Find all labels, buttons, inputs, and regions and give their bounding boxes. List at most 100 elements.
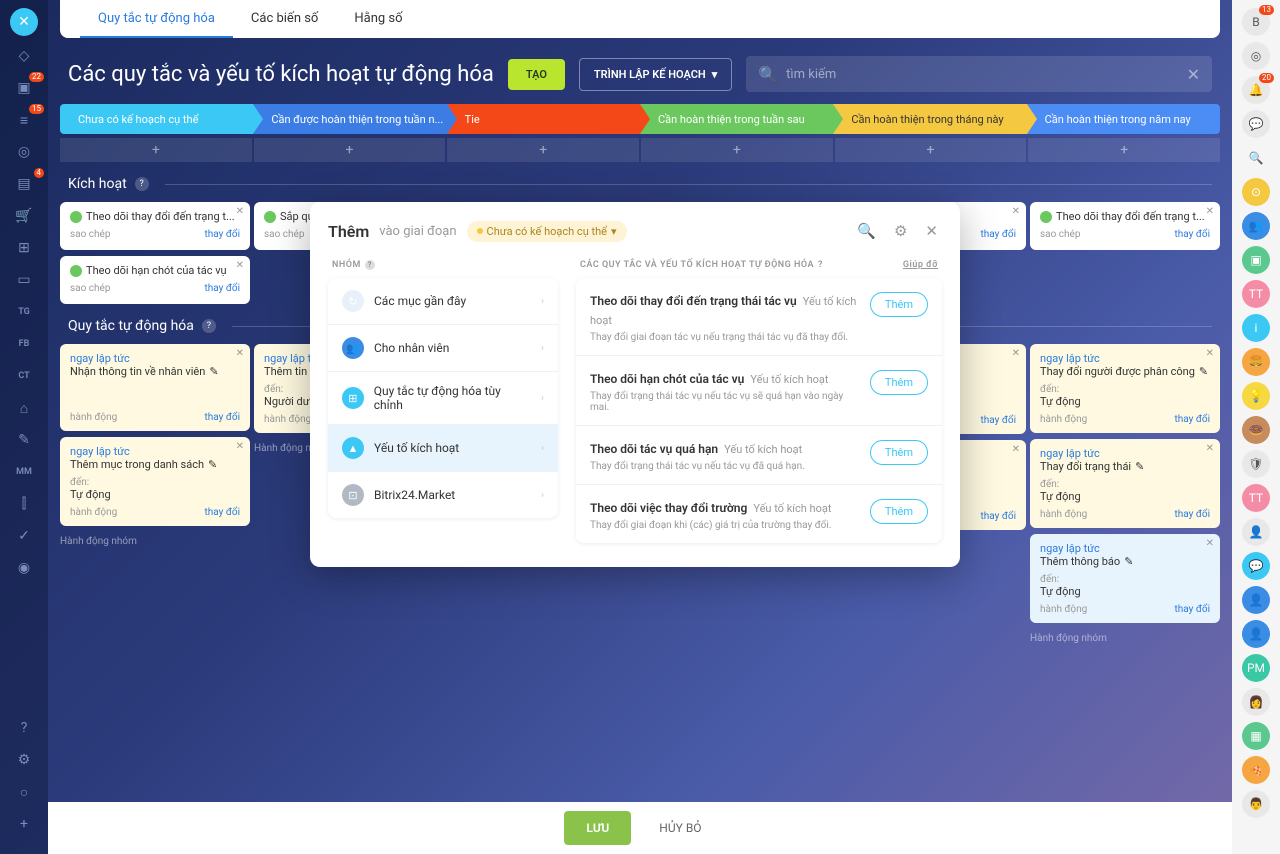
close-icon[interactable]: ✕ — [921, 218, 942, 244]
right-rail-item[interactable]: 👨 — [1242, 790, 1270, 818]
close-icon[interactable]: ✕ — [1206, 206, 1214, 217]
rail-item[interactable]: ✎ — [10, 428, 38, 452]
rail-item[interactable]: ⫿ — [10, 492, 38, 516]
rail-item[interactable]: ⌂ — [10, 396, 38, 420]
add-trigger-button[interactable]: Thêm — [870, 370, 928, 395]
help-icon[interactable]: ? — [135, 177, 149, 191]
rule-card[interactable]: ✕ngay lập tứcThay đổi trạng thái ✎đến:Tự… — [1030, 439, 1220, 528]
add-icon[interactable]: + — [10, 812, 38, 836]
add-trigger-button[interactable]: Thêm — [870, 499, 928, 524]
help-icon[interactable]: ? — [10, 716, 38, 740]
stage[interactable]: Cần được hoàn thiện trong tuần n... — [253, 104, 446, 134]
add-stage-button[interactable]: + — [1028, 138, 1220, 162]
close-icon[interactable]: ✕ — [1012, 206, 1020, 217]
right-rail-item[interactable]: 👤 — [1242, 518, 1270, 546]
right-rail-item[interactable]: ▣ — [1242, 246, 1270, 274]
add-trigger-button[interactable]: Thêm — [870, 440, 928, 465]
stage[interactable]: Tie — [447, 104, 640, 134]
rail-item[interactable]: ◎ — [10, 140, 38, 164]
right-rail-item[interactable]: B13 — [1242, 8, 1270, 36]
search-box[interactable]: 🔍 ✕ — [746, 56, 1212, 92]
close-icon[interactable]: ✕ — [1206, 443, 1214, 454]
stage[interactable]: Cần hoàn thiện trong tuần sau — [640, 104, 833, 134]
close-icon[interactable]: ✕ — [1206, 538, 1214, 549]
rail-item[interactable]: ⊞ — [10, 236, 38, 260]
tab[interactable]: Quy tắc tự động hóa — [80, 0, 233, 38]
right-rail-item[interactable]: 💡 — [1242, 382, 1270, 410]
filter-icon[interactable]: ⚙ — [890, 218, 911, 244]
add-stage-button[interactable]: + — [60, 138, 252, 162]
stage[interactable]: Cần hoàn thiện trong năm nay — [1027, 104, 1220, 134]
clear-icon[interactable]: ✕ — [1187, 65, 1200, 84]
add-stage-button[interactable]: + — [447, 138, 639, 162]
help-icon[interactable]: ? — [202, 319, 216, 333]
rail-item[interactable]: ◇ — [10, 44, 38, 68]
cancel-button[interactable]: HỦY BỎ — [645, 811, 715, 845]
close-icon[interactable]: ✕ — [1206, 348, 1214, 359]
rule-card[interactable]: ✕ngay lập tứcNhận thông tin về nhân viên… — [60, 344, 250, 431]
menu-item[interactable]: ↻Các mục gần đây› — [328, 278, 558, 325]
right-rail-item[interactable]: 👤 — [1242, 586, 1270, 614]
menu-item[interactable]: ▲Yếu tố kích hoạt› — [328, 425, 558, 472]
rail-item[interactable]: ○ — [10, 780, 38, 804]
right-rail-item[interactable]: ▦ — [1242, 722, 1270, 750]
add-stage-button[interactable]: + — [835, 138, 1027, 162]
settings-icon[interactable]: ⚙ — [10, 748, 38, 772]
trigger-card[interactable]: ✕Theo dõi thay đổi đến trạng t...sao ché… — [60, 202, 250, 250]
right-rail-item[interactable]: 🔍 — [1242, 144, 1270, 172]
search-input[interactable] — [786, 67, 1186, 82]
close-icon[interactable]: ✕ — [236, 206, 244, 217]
right-rail-item[interactable]: 👥 — [1242, 212, 1270, 240]
menu-item[interactable]: ⊞Quy tắc tự động hóa tùy chỉnh› — [328, 372, 558, 425]
close-icon[interactable]: ✕ — [236, 260, 244, 271]
save-button[interactable]: LƯU — [564, 811, 631, 845]
right-rail-item[interactable]: 🍩 — [1242, 416, 1270, 444]
stage-pill[interactable]: Chưa có kế hoạch cụ thể ▾ — [467, 221, 627, 242]
rule-card[interactable]: ✕ngay lập tứcThêm mục trong danh sách ✎đ… — [60, 437, 250, 526]
planner-button[interactable]: TRÌNH LẬP KẾ HOẠCH▾ — [579, 58, 732, 91]
rail-item[interactable]: ≡15 — [10, 108, 38, 132]
stage[interactable]: Cần hoàn thiện trong tháng này — [833, 104, 1026, 134]
rule-card[interactable]: ✕ngay lập tứcThêm thông báo ✎đến:Tự động… — [1030, 534, 1220, 623]
search-icon[interactable]: 🔍 — [853, 218, 880, 244]
right-rail-item[interactable]: ◎ — [1242, 42, 1270, 70]
create-button[interactable]: TẠO — [508, 59, 565, 90]
right-rail-item[interactable]: 👤 — [1242, 620, 1270, 648]
rail-item-fb[interactable]: FB — [10, 332, 38, 356]
rail-item[interactable]: ▤4 — [10, 172, 38, 196]
trigger-card[interactable]: ✕Theo dõi hạn chót của tác vụsao chéptha… — [60, 256, 250, 304]
tab[interactable]: Hằng số — [336, 0, 420, 38]
rail-item-tg[interactable]: TG — [10, 300, 38, 324]
right-rail-item[interactable]: 🍕 — [1242, 756, 1270, 784]
close-icon[interactable]: ✕ — [236, 441, 244, 452]
add-trigger-button[interactable]: Thêm — [870, 292, 928, 317]
rail-item[interactable]: ▭ — [10, 268, 38, 292]
menu-item[interactable]: ⊡Bitrix24.Market› — [328, 472, 558, 518]
add-stage-button[interactable]: + — [254, 138, 446, 162]
right-rail-item[interactable]: 💬 — [1242, 552, 1270, 580]
rail-item[interactable]: ✓ — [10, 524, 38, 548]
add-stage-button[interactable]: + — [641, 138, 833, 162]
right-rail-item[interactable]: TT — [1242, 484, 1270, 512]
help-link[interactable]: Giúp đỡ — [903, 260, 938, 270]
rail-item[interactable]: ◉ — [10, 556, 38, 580]
right-rail-item[interactable]: 👩 — [1242, 688, 1270, 716]
close-button[interactable]: ✕ — [10, 8, 38, 36]
rule-card[interactable]: ✕ngay lập tứcThay đổi người được phân cô… — [1030, 344, 1220, 433]
rail-item-ct[interactable]: CT — [10, 364, 38, 388]
right-rail-item[interactable]: TT — [1242, 280, 1270, 308]
right-rail-item[interactable]: 💬 — [1242, 110, 1270, 138]
close-icon[interactable]: ✕ — [1012, 348, 1020, 359]
right-rail-item[interactable]: 🍔 — [1242, 348, 1270, 376]
right-rail-item[interactable]: ⊙ — [1242, 178, 1270, 206]
menu-item[interactable]: 👥Cho nhân viên› — [328, 325, 558, 372]
right-rail-item[interactable]: PM — [1242, 654, 1270, 682]
rail-item[interactable]: ▣22 — [10, 76, 38, 100]
tab[interactable]: Các biến số — [233, 0, 336, 38]
trigger-card[interactable]: ✕Theo dõi thay đổi đến trạng t...sao ché… — [1030, 202, 1220, 250]
right-rail-item[interactable]: 🔔20 — [1242, 76, 1270, 104]
stage[interactable]: Chưa có kế hoạch cụ thể — [60, 104, 253, 134]
close-icon[interactable]: ✕ — [1012, 444, 1020, 455]
rail-item[interactable]: 🛒 — [10, 204, 38, 228]
right-rail-item[interactable]: i — [1242, 314, 1270, 342]
